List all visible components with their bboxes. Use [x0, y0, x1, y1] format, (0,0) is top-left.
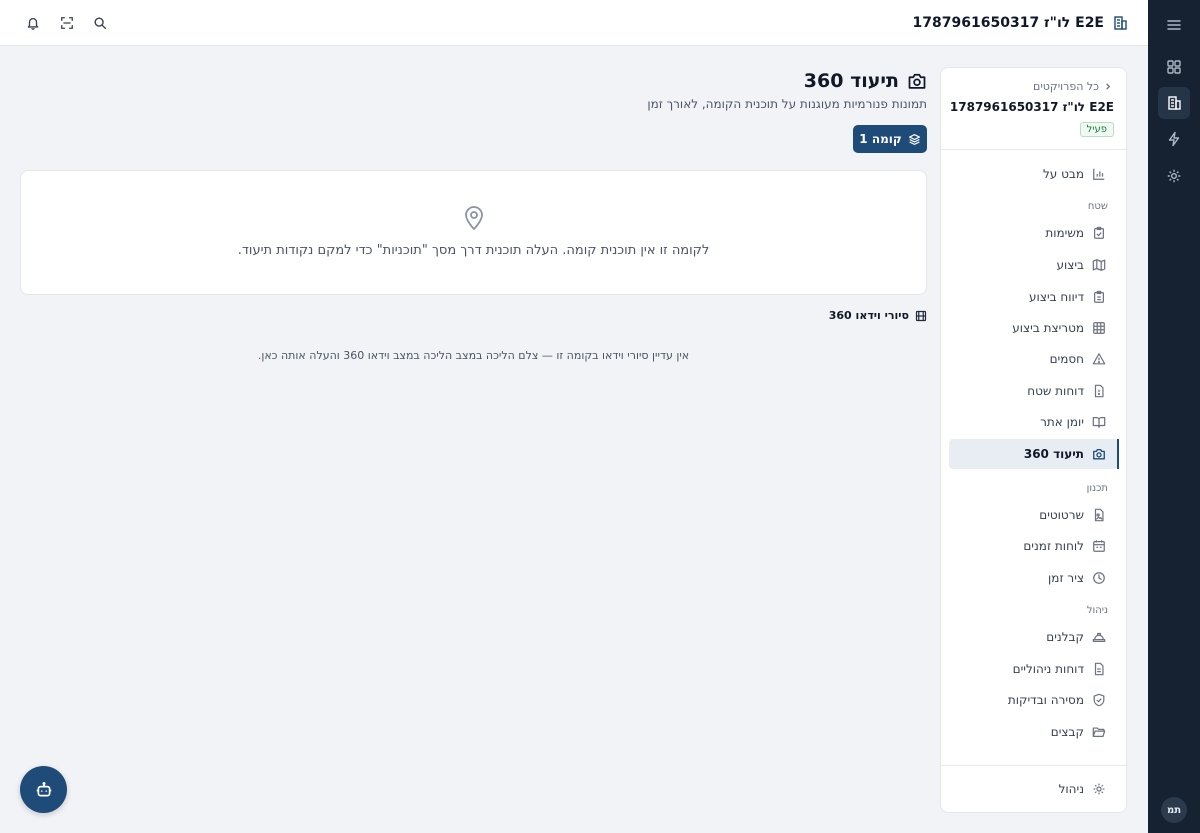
film-icon	[915, 310, 927, 322]
bell-icon[interactable]	[24, 14, 42, 32]
sidebar-item-label: דיווח ביצוע	[1029, 290, 1084, 304]
sidebar-item-tasks[interactable]: משימות	[949, 218, 1118, 248]
assistant-bot-button[interactable]	[20, 766, 67, 813]
sidebar-item-field-reports[interactable]: דוחות שטח	[949, 376, 1118, 406]
building-icon	[1112, 15, 1128, 31]
section-label-planning: תכנון	[1086, 483, 1108, 494]
floor-button-label: קומה 1	[859, 132, 902, 146]
sidebar-item-schedules[interactable]: לוחות זמנים	[949, 531, 1118, 561]
sidebar-item-label: ציר זמן	[1048, 571, 1084, 585]
calendar-icon	[1092, 539, 1106, 553]
app-rail: תמ	[1148, 0, 1200, 833]
floor-selector-button[interactable]: קומה 1	[853, 125, 927, 153]
sidebar-item-site-diary[interactable]: יומן אתר	[949, 407, 1118, 437]
sidebar-item-execution-matrix[interactable]: מטריצת ביצוע	[949, 313, 1118, 343]
chevron-right-icon	[1103, 82, 1112, 91]
sidebar-item-label: מסירה ובדיקות	[1007, 693, 1084, 707]
camera-icon	[907, 71, 927, 91]
top-bar: E2E לו"ז 1787961650317	[0, 0, 1148, 46]
hard-hat-icon	[1092, 630, 1106, 644]
breadcrumb-all-projects[interactable]: כל הפרויקטים	[1033, 80, 1099, 93]
file-image-icon	[1092, 508, 1106, 522]
bar-chart-icon	[1092, 167, 1106, 181]
project-name: E2E לו"ז 1787961650317	[949, 100, 1114, 114]
camera-icon	[1092, 447, 1106, 461]
search-icon[interactable]	[91, 14, 109, 32]
gear-icon[interactable]	[1158, 160, 1190, 192]
menu-icon[interactable]	[1158, 9, 1190, 41]
sidebar-item-label: דוחות שטח	[1027, 384, 1084, 398]
sidebar-item-management-reports[interactable]: דוחות ניהוליים	[949, 654, 1118, 684]
sidebar-item-execution[interactable]: ביצוע	[949, 250, 1118, 280]
page-title-text: תיעוד 360	[803, 70, 899, 92]
status-badge: פעיל	[1079, 122, 1114, 137]
sidebar-item-timeline[interactable]: ציר זמן	[949, 563, 1118, 593]
sidebar-item-label: תיעוד 360	[1023, 447, 1084, 461]
file-alert-icon	[1092, 384, 1106, 398]
sidebar-item-label: משימות	[1045, 226, 1084, 240]
sidebar-item-label: מבט על	[1042, 167, 1084, 181]
sidebar-item-overview[interactable]: מבט על	[949, 159, 1118, 189]
clipboard-list-icon	[1092, 290, 1106, 304]
building-icon[interactable]	[1158, 87, 1190, 119]
map-pin-icon	[462, 205, 486, 231]
breadcrumb[interactable]: כל הפרויקטים	[1033, 80, 1112, 93]
video-tours-empty-message: אין עדיין סיורי וידאו בקומה זו — צלם הלי…	[257, 349, 690, 362]
project-title: E2E לו"ז 1787961650317	[913, 13, 1128, 33]
sidebar-item-label: מטריצת ביצוע	[1012, 321, 1084, 335]
map-icon	[1092, 258, 1106, 272]
table-grid-icon	[1092, 321, 1106, 335]
layers-icon	[908, 133, 921, 146]
lightning-icon[interactable]	[1158, 123, 1190, 155]
video-tours-header: סיורי וידאו 360	[829, 309, 927, 322]
gear-icon	[1092, 782, 1106, 796]
sidebar-item-execution-report[interactable]: דיווח ביצוע	[949, 282, 1118, 312]
clock-icon	[1092, 571, 1106, 585]
sidebar-item-label: ביצוע	[1056, 258, 1084, 272]
sidebar-item-contractors[interactable]: קבלנים	[949, 622, 1118, 652]
video-tours-title: סיורי וידאו 360	[828, 309, 909, 322]
sidebar-item-label: ניהול	[1058, 782, 1084, 796]
sidebar-item-handover[interactable]: מסירה ובדיקות	[949, 685, 1118, 715]
sidebar-item-label: לוחות זמנים	[1023, 539, 1084, 553]
clipboard-check-icon	[1092, 226, 1106, 240]
sidebar-item-label: חסמים	[1049, 352, 1084, 366]
folder-open-icon	[1092, 725, 1106, 739]
sidebar-item-drawings[interactable]: שרטוטים	[949, 500, 1118, 530]
shield-check-icon	[1092, 693, 1106, 707]
sidebar-item-documentation-360[interactable]: תיעוד 360	[949, 439, 1119, 469]
project-title-text: E2E לו"ז 1787961650317	[912, 15, 1104, 31]
sidebar-item-admin[interactable]: ניהול	[949, 774, 1118, 804]
page-title: תיעוד 360	[804, 70, 927, 92]
sidebar-item-label: קבצים	[1050, 725, 1084, 739]
grid-icon[interactable]	[1158, 51, 1190, 83]
floor-plan-empty-state: לקומה זו אין תוכנית קומה. העלה תוכנית דר…	[20, 170, 927, 295]
divider	[941, 765, 1126, 766]
empty-plan-message: לקומה זו אין תוכנית קומה. העלה תוכנית דר…	[237, 243, 710, 258]
scan-icon[interactable]	[58, 14, 76, 32]
sidebar-item-label: שרטוטים	[1039, 508, 1084, 522]
warning-triangle-icon	[1092, 352, 1106, 366]
sidebar-item-label: יומן אתר	[1040, 415, 1084, 429]
avatar[interactable]: תמ	[1161, 797, 1187, 823]
sidebar-item-label: דוחות ניהוליים	[1012, 662, 1084, 676]
sidebar-item-files[interactable]: קבצים	[949, 717, 1118, 747]
section-label-management: ניהול	[1086, 605, 1108, 616]
page-subtitle: תמונות פנורמיות מעוגנות על תוכנית הקומה,…	[647, 97, 927, 111]
project-side-panel: כל הפרויקטים E2E לו"ז 1787961650317 פעיל…	[940, 67, 1127, 813]
book-open-icon	[1092, 415, 1106, 429]
section-label-field: שטח	[1087, 201, 1108, 212]
sidebar-item-blockers[interactable]: חסמים	[949, 344, 1118, 374]
file-text-icon	[1092, 662, 1106, 676]
divider	[941, 149, 1126, 150]
bot-icon	[35, 781, 53, 799]
sidebar-item-label: קבלנים	[1046, 630, 1084, 644]
